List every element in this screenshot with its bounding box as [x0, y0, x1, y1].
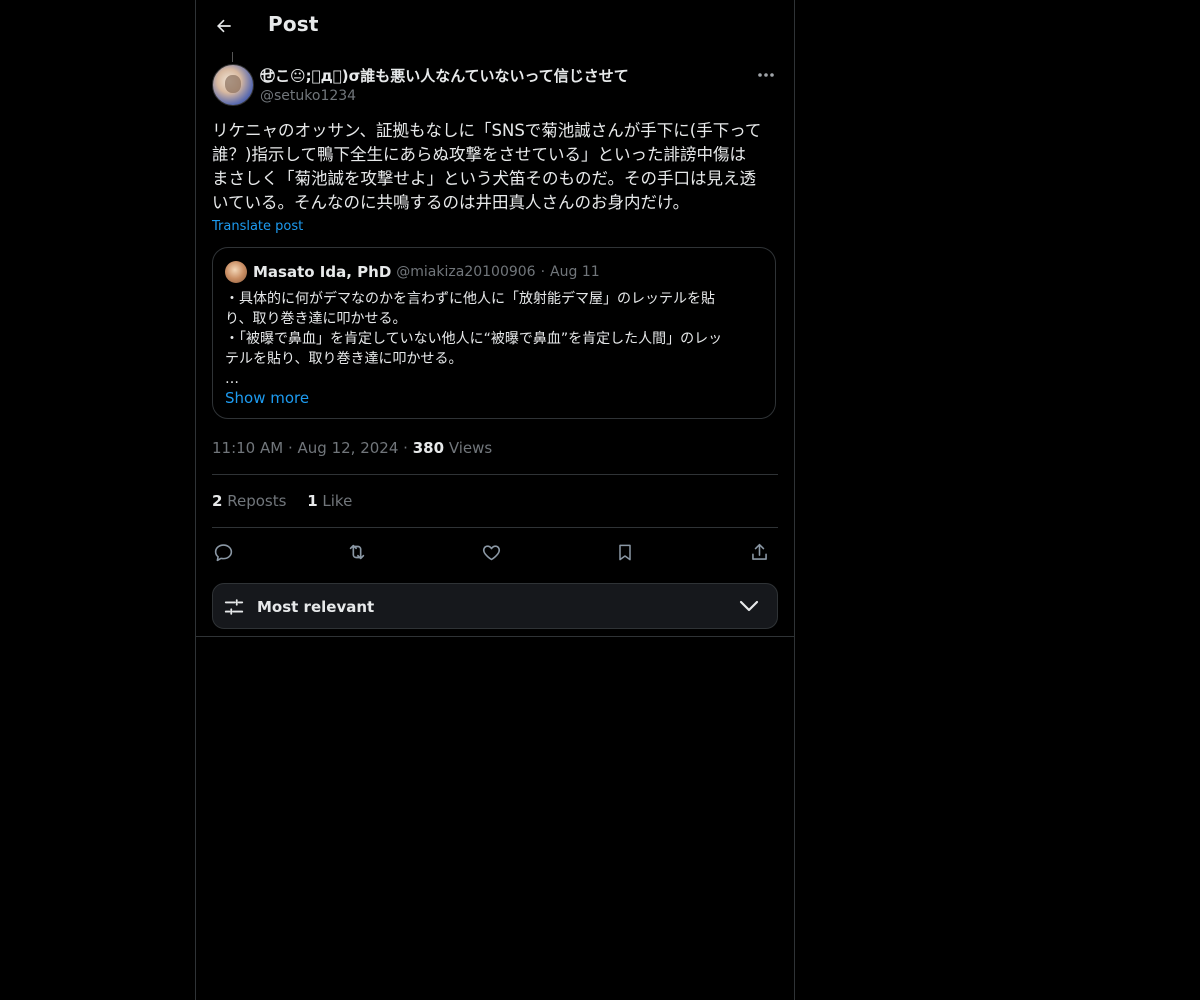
- user-handle[interactable]: @setuko1234: [260, 88, 778, 104]
- bookmark-button[interactable]: [612, 539, 638, 565]
- quoted-avatar: [225, 261, 247, 283]
- translate-post-link[interactable]: Translate post: [212, 219, 303, 234]
- quoted-display-name: Masato Ida, PhD: [253, 263, 392, 281]
- quoted-text-line: テルを貼り、取り巻き達に叩かせる。: [225, 351, 463, 367]
- avatar[interactable]: [212, 64, 254, 106]
- show-more-link[interactable]: Show more: [225, 389, 309, 407]
- quoted-text: ・具体的に何がデマなのかを言わずに他人に「放射能デマ屋」のレッテルを貼 り、取り…: [225, 289, 765, 389]
- post-meta: 11:10 AM · Aug 12, 2024 · 380 Views: [212, 439, 492, 457]
- main-column: Post せ⃝こ😐;゚д゚)σ誰も悪い人なんていないって信じさせて @setuk…: [195, 0, 795, 1000]
- repost-icon: [349, 544, 365, 560]
- engagement-stats: 2 Reposts 1 Like: [212, 492, 368, 510]
- page-title: Post: [268, 12, 319, 36]
- thread-line: [232, 52, 233, 62]
- quoted-handle: @miakiza20100906: [396, 264, 536, 280]
- divider: [212, 474, 778, 475]
- quoted-post-header: Masato Ida, PhD @miakiza20100906 · Aug 1…: [225, 261, 600, 283]
- quoted-post[interactable]: Masato Ida, PhD @miakiza20100906 · Aug 1…: [212, 247, 776, 419]
- sort-label: Most relevant: [257, 598, 375, 616]
- bookmark-icon: [619, 544, 631, 560]
- post-time[interactable]: 11:10 AM: [212, 439, 283, 457]
- more-options-button[interactable]: [752, 66, 780, 84]
- quoted-text-line: り、取り巻き達に叩かせる。: [225, 311, 407, 327]
- display-name[interactable]: せ⃝こ😐;゚д゚)σ誰も悪い人なんていないって信じさせて: [260, 65, 778, 86]
- filter-sliders-icon: [223, 596, 245, 618]
- post-date[interactable]: Aug 12, 2024: [298, 439, 399, 457]
- more-horizontal-icon: [758, 73, 774, 77]
- likes-count: 1: [307, 492, 318, 510]
- likes-label: Like: [322, 492, 353, 510]
- separator-dot: ·: [540, 264, 546, 280]
- views-count: 380: [412, 439, 445, 457]
- chevron-down-icon: [739, 599, 759, 613]
- back-button[interactable]: [210, 12, 238, 40]
- divider: [196, 636, 794, 637]
- reply-button[interactable]: [210, 539, 236, 565]
- reply-icon: [214, 543, 232, 561]
- reposts-label: Reposts: [227, 492, 287, 510]
- reply-sort-dropdown[interactable]: Most relevant: [212, 583, 778, 629]
- quoted-text-line: …: [225, 371, 239, 387]
- quoted-text-line: ・「被曝で鼻血」を肯定していない他人に“被曝で鼻血”を肯定した人間」のレッ: [225, 331, 723, 347]
- likes-stat[interactable]: 1 Like: [307, 492, 352, 510]
- divider: [212, 527, 778, 528]
- share-icon: [751, 543, 767, 560]
- share-button[interactable]: [746, 539, 772, 565]
- post-actions: [212, 537, 778, 567]
- reposts-count: 2: [212, 492, 223, 510]
- separator-dot: ·: [403, 439, 413, 457]
- page-header: Post: [196, 0, 794, 53]
- repost-button[interactable]: [344, 539, 370, 565]
- quoted-date: Aug 11: [550, 264, 600, 280]
- post-text: リケニャのオッサン、証拠もなしに「SNSで菊池誠さんが手下に(手下って 誰？)指…: [212, 121, 762, 212]
- reposts-stat[interactable]: 2 Reposts: [212, 492, 286, 510]
- separator-dot: ·: [287, 439, 298, 457]
- like-button[interactable]: [478, 539, 504, 565]
- heart-icon: [482, 544, 500, 560]
- views-label: Views: [448, 439, 493, 457]
- quoted-text-line: ・具体的に何がデマなのかを言わずに他人に「放射能デマ屋」のレッテルを貼: [225, 291, 715, 307]
- arrow-left-icon: [217, 19, 231, 33]
- post-author: せ⃝こ😐;゚д゚)σ誰も悪い人なんていないって信じさせて @setuko1234: [260, 65, 778, 104]
